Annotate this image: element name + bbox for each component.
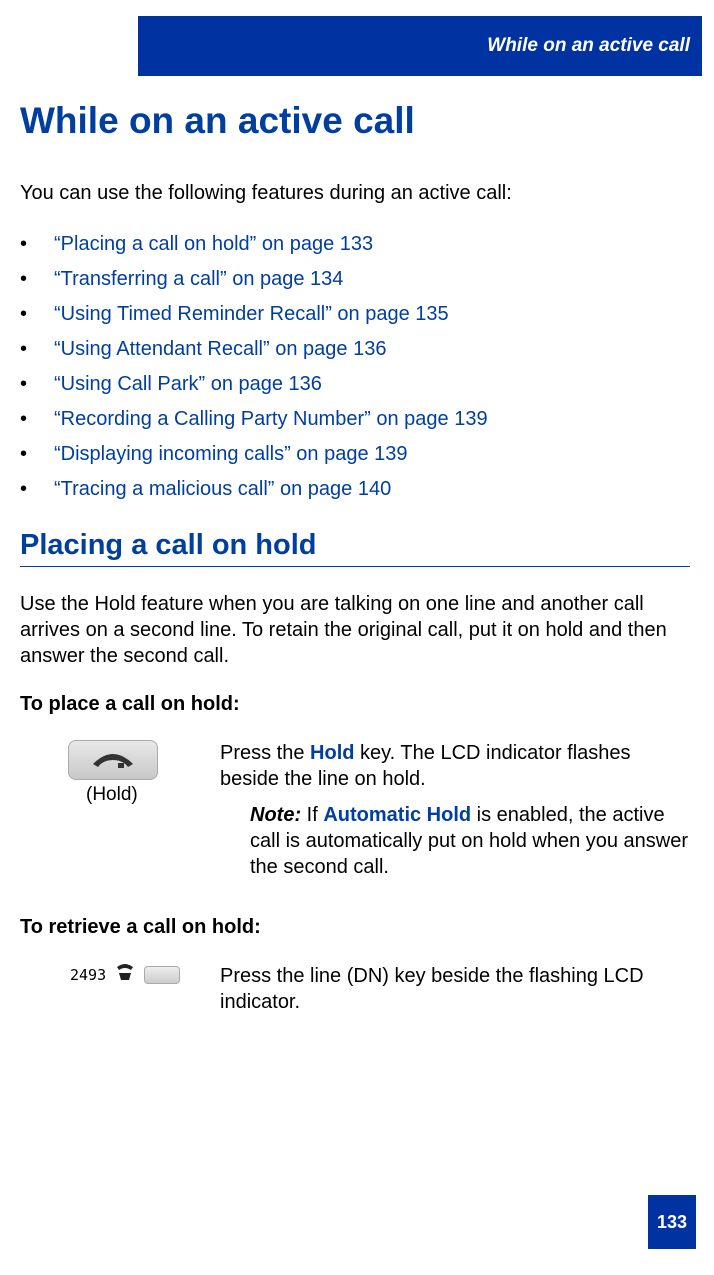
page-header: While on an active call xyxy=(138,16,702,76)
toc-item[interactable]: •“Transferring a call” on page 134 xyxy=(20,268,690,291)
page-number: 133 xyxy=(648,1195,696,1249)
section-heading: Placing a call on hold xyxy=(20,529,690,567)
toc-item[interactable]: •“Tracing a malicious call” on page 140 xyxy=(20,478,690,501)
bullet-icon: • xyxy=(20,268,54,291)
toc-link: “Using Timed Reminder Recall” on page 13… xyxy=(54,303,449,326)
note-label: Note: xyxy=(250,804,301,826)
toc-item[interactable]: •“Using Attendant Recall” on page 136 xyxy=(20,338,690,361)
toc-link: “Using Attendant Recall” on page 136 xyxy=(54,338,386,361)
toc-link: “Using Call Park” on page 136 xyxy=(54,373,322,396)
page-content: While on an active call You can use the … xyxy=(20,100,690,1051)
toc-item[interactable]: •“Using Call Park” on page 136 xyxy=(20,373,690,396)
step-row: (Hold) Press the Hold key. The LCD indic… xyxy=(20,740,690,880)
intro-paragraph: You can use the following features durin… xyxy=(20,182,690,205)
icon-column: 2493 xyxy=(20,963,220,987)
header-title: While on an active call xyxy=(487,35,690,57)
section-paragraph: Use the Hold feature when you are talkin… xyxy=(20,591,690,669)
dn-number: 2493 xyxy=(70,966,106,984)
line-dn-key-icon: 2493 xyxy=(70,963,220,987)
toc-list: •“Placing a call on hold” on page 133 •“… xyxy=(20,233,690,501)
toc-link: “Tracing a malicious call” on page 140 xyxy=(54,478,391,501)
hold-key-label: (Hold) xyxy=(86,784,220,806)
phone-icon xyxy=(114,963,136,987)
hold-key-icon xyxy=(68,740,158,780)
bullet-icon: • xyxy=(20,478,54,501)
icon-column: (Hold) xyxy=(20,740,220,806)
step-text: Press the Hold key. The LCD indicator fl… xyxy=(220,740,690,880)
procedure-heading: To retrieve a call on hold: xyxy=(20,916,690,939)
step-row: 2493 Press the line (DN) key beside the … xyxy=(20,963,690,1015)
toc-item[interactable]: •“Placing a call on hold” on page 133 xyxy=(20,233,690,256)
bullet-icon: • xyxy=(20,233,54,256)
bullet-icon: • xyxy=(20,373,54,396)
text-part: Press the line (DN) key beside the flash… xyxy=(220,965,644,1013)
step-text: Press the line (DN) key beside the flash… xyxy=(220,963,690,1015)
toc-link: “Recording a Calling Party Number” on pa… xyxy=(54,408,488,431)
procedure-heading: To place a call on hold: xyxy=(20,693,690,716)
toc-link: “Transferring a call” on page 134 xyxy=(54,268,343,291)
phone-handset-icon xyxy=(88,750,138,770)
text-part: Press the xyxy=(220,742,310,764)
line-button-icon xyxy=(144,966,180,984)
text-part: If xyxy=(301,804,323,826)
bullet-icon: • xyxy=(20,303,54,326)
toc-link: “Displaying incoming calls” on page 139 xyxy=(54,443,408,466)
bullet-icon: • xyxy=(20,443,54,466)
text-key: Hold xyxy=(310,742,354,764)
toc-item[interactable]: •“Recording a Calling Party Number” on p… xyxy=(20,408,690,431)
toc-link: “Placing a call on hold” on page 133 xyxy=(54,233,373,256)
page-number-value: 133 xyxy=(657,1212,687,1233)
page-title: While on an active call xyxy=(20,100,690,142)
toc-item[interactable]: •“Displaying incoming calls” on page 139 xyxy=(20,443,690,466)
toc-item[interactable]: •“Using Timed Reminder Recall” on page 1… xyxy=(20,303,690,326)
bullet-icon: • xyxy=(20,338,54,361)
bullet-icon: • xyxy=(20,408,54,431)
text-key: Automatic Hold xyxy=(323,804,471,826)
note-block: Note: If Automatic Hold is enabled, the … xyxy=(220,802,690,880)
